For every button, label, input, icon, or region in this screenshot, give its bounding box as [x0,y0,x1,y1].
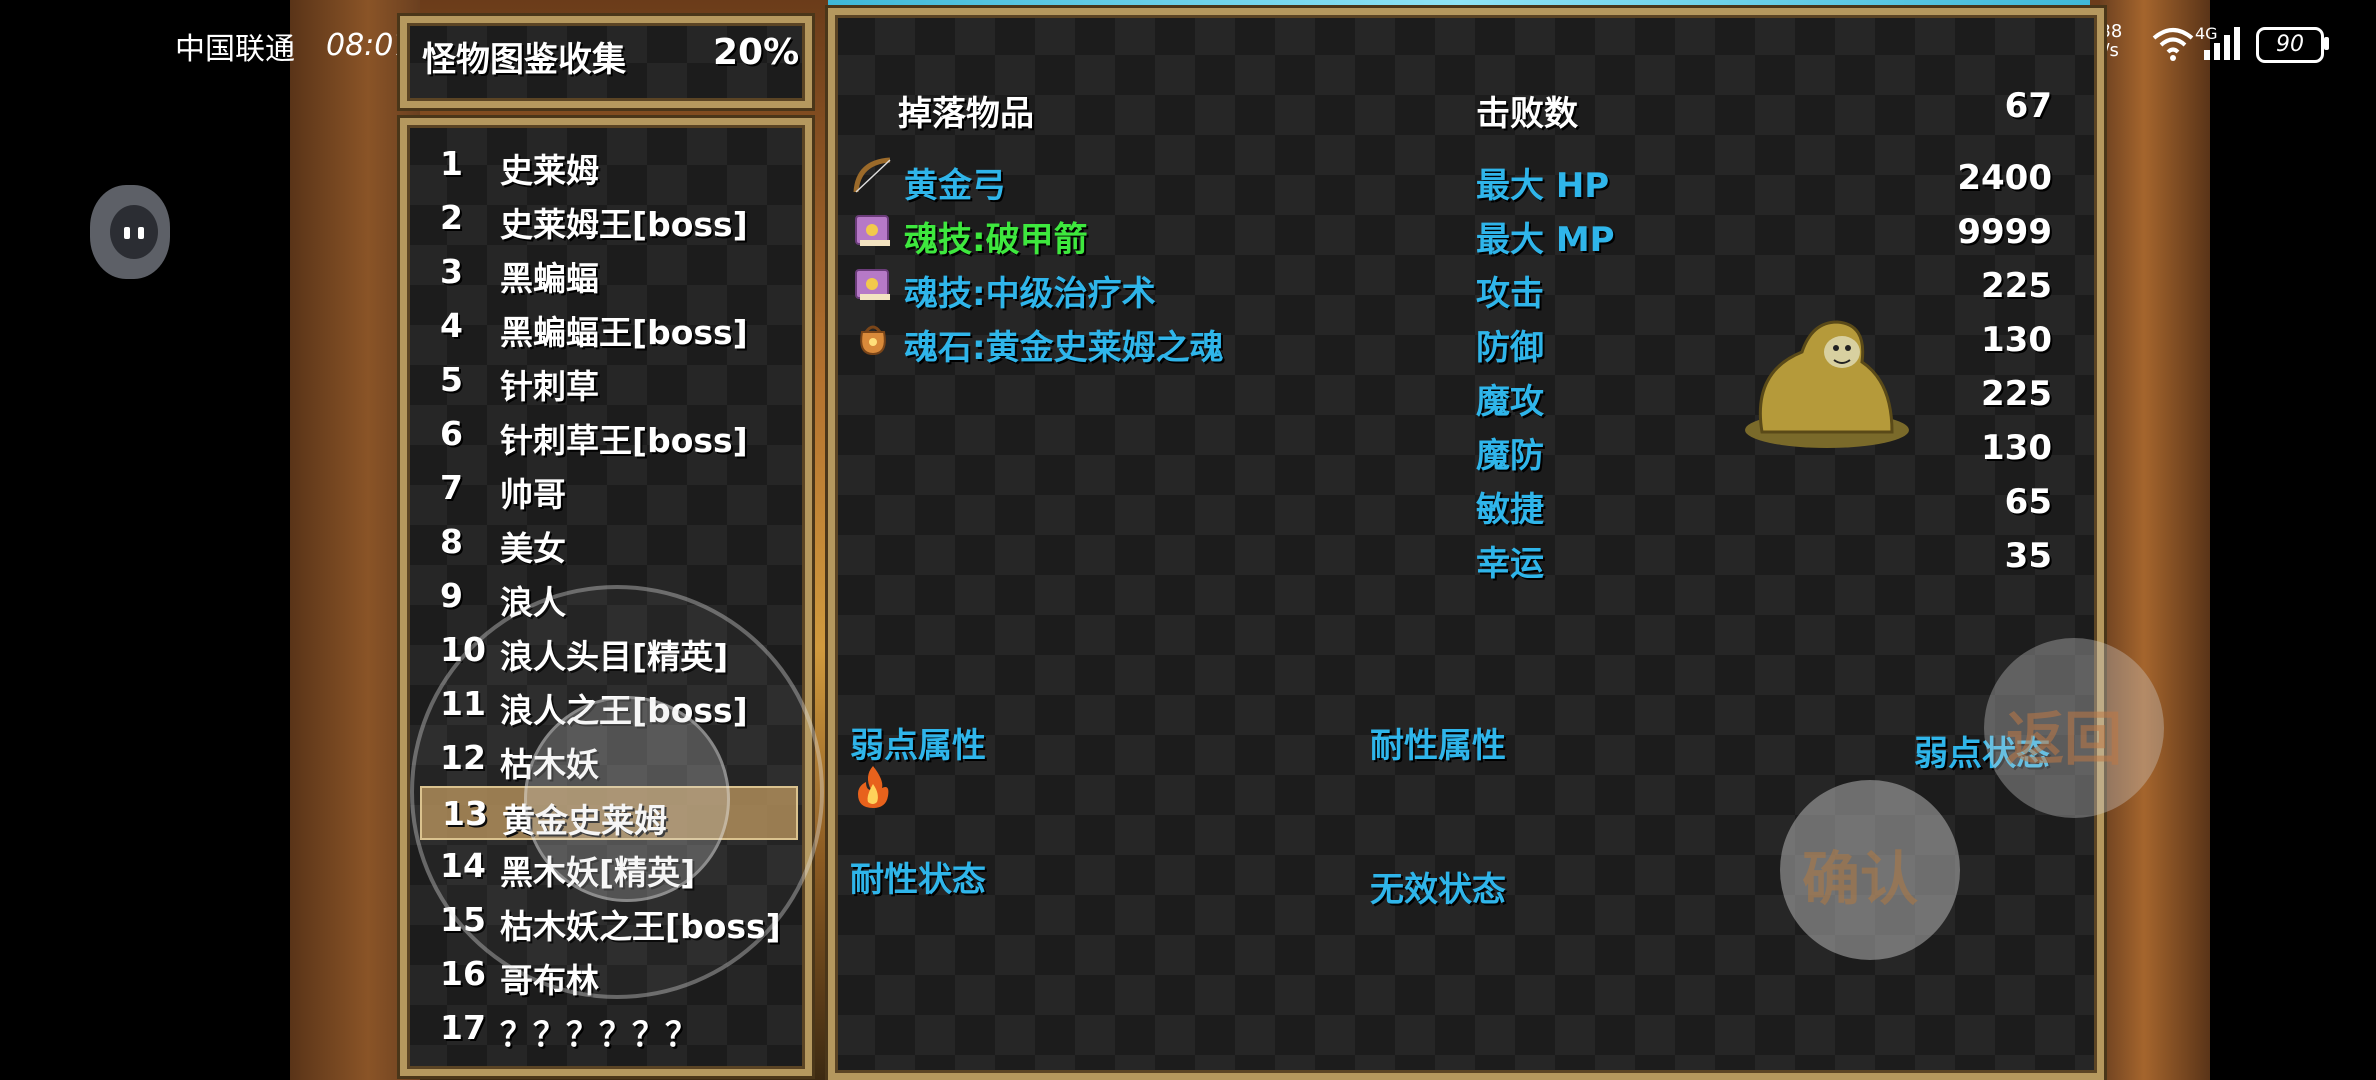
monster-list-item[interactable]: 5 针刺草 [420,354,794,406]
monster-number: 4 [440,306,463,345]
back-button-label: 返回 [2006,705,2123,773]
detail-top-accent [828,0,2090,6]
right-cliff-scenery [2100,0,2210,1080]
stat-value: 130 [1981,428,2052,468]
monster-number: 9 [440,576,463,615]
monster-name: 帅哥 [500,475,566,514]
stat-label: 幸运 [1476,544,1544,584]
collection-title: 怪物图鉴收集 [422,40,626,80]
monster-name: 史莱姆王[boss] [500,205,748,244]
drop-item-name: 黄金弓 [904,166,1006,206]
immune-status-label: 无效状态 [1370,870,1506,910]
stat-label: 魔防 [1476,436,1544,476]
stat-value: 9999 [1957,212,2052,252]
monster-number: 3 [440,252,463,291]
confirm-button[interactable]: 确认 [1780,780,1960,960]
confirm-button-label: 确认 [1802,845,1919,913]
monster-list-item[interactable]: 7 帅哥 [420,462,794,514]
resist-status-label: 耐性状态 [850,860,986,900]
monster-list-item[interactable]: 8 美女 [420,516,794,568]
monster-list-item[interactable]: 4 黑蝙蝠王[boss] [420,300,794,352]
battery-level: 90 [2276,32,2304,57]
battery-icon: 90 [2256,27,2324,63]
monster-name: 美女 [500,529,566,568]
stat-label: 攻击 [1476,274,1544,314]
stat-label: 敏捷 [1476,490,1544,530]
monster-list-item[interactable]: 2 史莱姆王[boss] [420,192,794,244]
drop-item-name: 魂技:破甲箭 [904,220,1088,260]
monster-list-item[interactable]: 1 史莱姆 [420,138,794,190]
monster-list-item[interactable]: 17 ？？？？？？ [420,1002,794,1054]
stat-value: 2400 [1957,158,2052,198]
joystick-knob[interactable] [524,696,730,902]
defeat-count-value: 67 [2004,86,2052,126]
monster-number: 7 [440,468,463,507]
stat-label: 魔攻 [1476,382,1544,422]
bow-icon [852,156,892,194]
soul-stone-bag-icon [852,318,892,356]
golden-slime-sprite [1742,312,1912,456]
carrier-label: 中国联通 [175,32,295,67]
back-button[interactable]: 返回 [1984,638,2164,818]
monster-list-item[interactable]: 3 黑蝙蝠 [420,246,794,298]
monster-number: 1 [440,144,463,183]
weak-attribute-label: 弱点属性 [850,726,986,766]
monster-name: 史莱姆 [500,151,599,190]
monster-name: 黑蝙蝠 [500,259,599,298]
monster-list-item[interactable]: 6 针刺草王[boss] [420,408,794,460]
monster-name: 针刺草 [500,367,599,406]
stat-value: 65 [2004,482,2052,522]
stat-value: 35 [2004,536,2052,576]
defeat-count-label: 击败数 [1476,94,1578,134]
stat-label: 最大 MP [1476,220,1615,260]
floating-assistant-button[interactable] [90,185,170,279]
stat-value: 225 [1981,266,2052,306]
battery-tip [2324,37,2329,50]
drops-header: 掉落物品 [898,94,1034,134]
stat-value: 225 [1981,374,2052,414]
monster-name: 黑蝙蝠王[boss] [500,313,748,352]
stat-label: 最大 HP [1476,166,1610,206]
skill-book-icon [852,264,892,302]
collection-progress: 20% [713,32,800,73]
drop-item-name: 魂石:黄金史莱姆之魂 [904,328,1224,368]
monster-number: 6 [440,414,463,453]
monster-number: 2 [440,198,463,237]
monster-number: 8 [440,522,463,561]
monster-number: 16 [440,954,486,993]
wifi-icon [2152,26,2194,66]
drop-item-name: 魂技:中级治疗术 [904,274,1156,314]
stat-value: 130 [1981,320,2052,360]
monster-number: 17 [440,1008,486,1047]
assistant-face-icon [110,205,158,259]
monster-number: 5 [440,360,463,399]
monster-name: ？？？？？？ [500,1015,698,1054]
monster-name: 针刺草王[boss] [500,421,748,460]
fire-icon [854,764,892,814]
stat-label: 防御 [1476,328,1544,368]
signal-icon [2200,26,2242,66]
skill-book-icon [852,210,892,248]
resist-attribute-label: 耐性属性 [1370,726,1506,766]
